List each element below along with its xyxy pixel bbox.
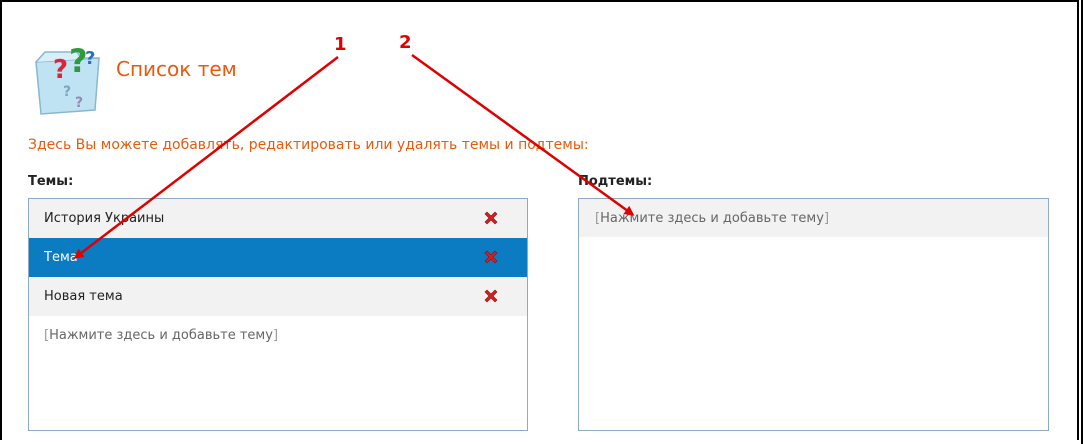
topics-list: История Украины Тема Новая тема [Нажмите… — [28, 198, 528, 431]
question-folder-icon: ? ? ? ? ? — [35, 42, 100, 115]
page-title: Список тем — [116, 57, 237, 81]
topics-label: Темы: — [28, 174, 74, 189]
add-subtopic-label: Нажмите здесь и добавьте тему — [600, 210, 824, 226]
page-description: Здесь Вы можете добавлять, редактировать… — [28, 137, 589, 153]
topic-row-selected[interactable]: Тема — [29, 238, 527, 277]
topic-row[interactable]: История Украины — [29, 199, 527, 238]
topic-row[interactable]: Новая тема — [29, 277, 527, 316]
svg-text:?: ? — [63, 84, 71, 100]
delete-x-icon[interactable] — [483, 210, 499, 226]
svg-text:?: ? — [53, 55, 68, 85]
add-topic-link[interactable]: [Нажмите здесь и добавьте тему] — [29, 316, 527, 355]
topic-label: Тема — [44, 250, 78, 265]
delete-x-icon[interactable] — [483, 249, 499, 265]
topic-label: История Украины — [44, 211, 165, 226]
delete-x-icon[interactable] — [483, 288, 499, 304]
bracket-close: ] — [823, 210, 830, 226]
bracket-close: ] — [272, 328, 279, 343]
svg-text:?: ? — [75, 95, 83, 111]
add-subtopic-link[interactable]: [Нажмите здесь и добавьте тему] — [579, 199, 1048, 237]
svg-text:?: ? — [85, 48, 95, 69]
add-topic-label: Нажмите здесь и добавьте тему — [49, 328, 273, 343]
subtopics-label: Подтемы: — [578, 174, 653, 189]
subtopics-list: [Нажмите здесь и добавьте тему] — [578, 198, 1049, 431]
topic-label: Новая тема — [44, 289, 123, 304]
